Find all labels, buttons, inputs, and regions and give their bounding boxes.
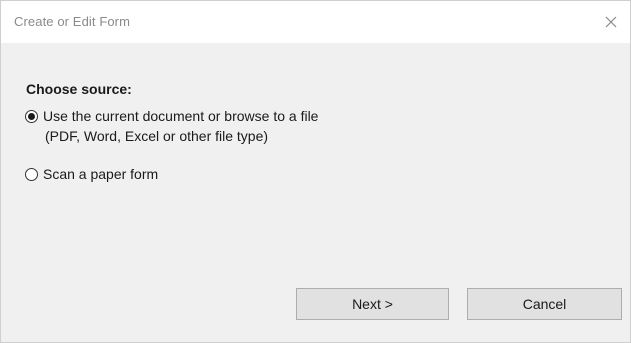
title-bar: Create or Edit Form [1,1,630,43]
option-current-document[interactable]: Use the current document or browse to a … [25,108,318,146]
option-current-document-label: Use the current document or browse to a … [43,108,319,124]
option-scan-paper-form-label: Scan a paper form [43,166,159,182]
close-button[interactable] [598,11,624,33]
close-icon [605,16,617,28]
cancel-button[interactable]: Cancel [467,288,622,320]
dialog-content: Choose source: Use the current document … [1,43,630,342]
radio-current-document[interactable] [25,110,38,123]
window-title: Create or Edit Form [14,14,131,29]
option-scan-paper-form[interactable]: Scan a paper form [25,166,158,184]
option-current-document-sublabel: (PDF, Word, Excel or other file type) [45,128,269,144]
choose-source-heading: Choose source: [26,81,132,97]
option-label: Use the current document or browse to a … [43,106,318,146]
radio-scan-paper-form[interactable] [25,168,38,181]
next-button[interactable]: Next > [296,288,449,320]
create-edit-form-dialog: Create or Edit Form Choose source: Use t… [0,0,631,343]
